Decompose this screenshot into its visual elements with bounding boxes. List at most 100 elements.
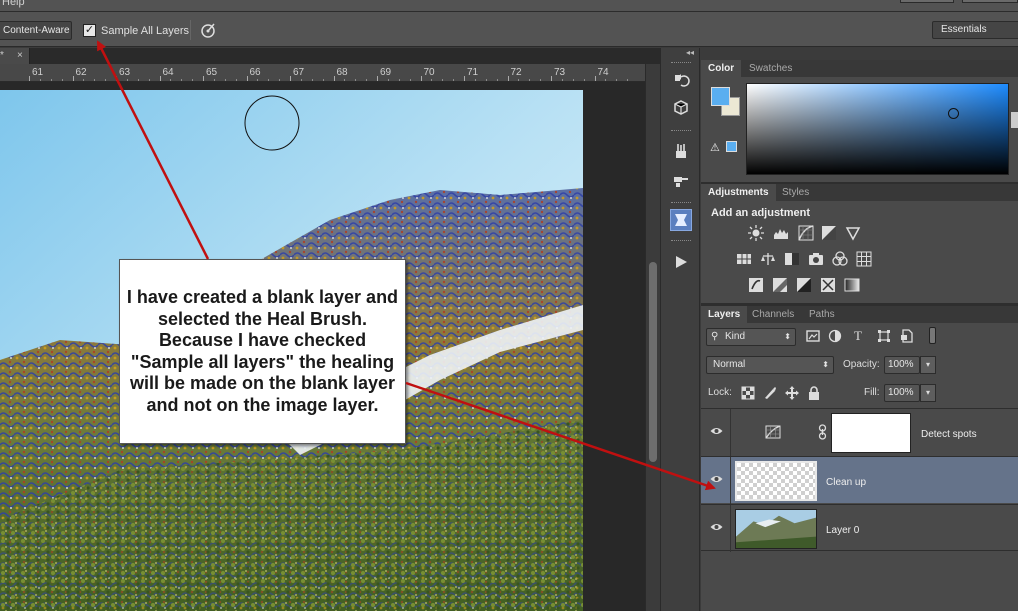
gradient-map-icon[interactable] <box>844 277 860 293</box>
layer-row-selected[interactable]: Clean up <box>701 456 1018 504</box>
levels-icon[interactable] <box>773 225 789 241</box>
ruler-tick-label: 63 <box>119 67 131 78</box>
menu-bar-button-2[interactable] <box>962 0 1018 3</box>
menu-bar-button[interactable] <box>900 0 954 3</box>
dock-grip-2[interactable] <box>671 130 691 132</box>
tab-color[interactable]: Color <box>701 60 742 77</box>
workspace-select[interactable]: Essentials <box>932 21 1018 39</box>
photo-filter-icon[interactable] <box>808 251 824 267</box>
opacity-dropdown-button[interactable]: ▾ <box>920 356 936 374</box>
filter-toggle-switch[interactable] <box>929 327 936 344</box>
curves-icon[interactable] <box>798 225 814 241</box>
selective-color-icon[interactable] <box>820 277 836 293</box>
opacity-label: Opacity: <box>843 359 880 370</box>
type-filter-icon[interactable]: T <box>854 328 862 344</box>
hue-saturation-icon[interactable] <box>736 251 752 267</box>
color-picker-handle[interactable] <box>948 108 959 119</box>
gamut-warning-icon: ⚠ <box>710 142 720 154</box>
brightness-contrast-icon[interactable] <box>748 225 764 241</box>
dock-grip-4[interactable] <box>671 240 691 242</box>
clone-source-icon[interactable] <box>670 169 692 191</box>
layer-thumbnail[interactable] <box>735 461 817 501</box>
lock-transparent-pixels-icon[interactable] <box>741 386 755 400</box>
sample-all-layers-checkbox[interactable]: ✓ <box>83 24 96 37</box>
invert-icon[interactable] <box>748 277 764 293</box>
color-panel: Color Swatches ⚠ <box>701 60 1018 182</box>
collapse-panels-icon[interactable]: ◂◂ <box>686 48 694 57</box>
ruler-tick-label: 67 <box>293 67 305 78</box>
shape-filter-icon[interactable] <box>877 329 891 343</box>
layer-thumbnail[interactable] <box>735 509 817 549</box>
brush-presets-icon[interactable] <box>670 140 692 162</box>
adjustment-layer-icon <box>765 425 781 439</box>
3d-icon[interactable] <box>670 97 692 119</box>
lock-all-icon[interactable] <box>807 386 821 400</box>
ruler-tick-label: 64 <box>162 67 174 78</box>
layer-row[interactable]: Detect spots <box>701 408 1018 456</box>
color-lookup-icon[interactable] <box>856 251 872 267</box>
blend-mode-select[interactable]: Normal ⬍ <box>706 356 834 374</box>
color-balance-icon[interactable] <box>760 251 776 267</box>
adjustment-filter-icon[interactable] <box>828 329 842 343</box>
options-divider <box>190 20 191 40</box>
eye-icon[interactable] <box>710 474 723 484</box>
filter-kind-label: Kind <box>725 331 746 342</box>
layer-name[interactable]: Detect spots <box>921 429 977 440</box>
annotation-text: I have created a blank layer and selecte… <box>126 287 399 415</box>
tab-styles[interactable]: Styles <box>775 184 816 201</box>
pixel-filter-icon[interactable] <box>806 329 820 343</box>
foreground-color-swatch[interactable] <box>711 87 730 106</box>
eye-icon[interactable] <box>710 522 723 532</box>
sample-all-layers-option[interactable]: ✓ Sample All Layers <box>83 22 189 39</box>
exposure-icon[interactable] <box>821 225 837 241</box>
threshold-icon[interactable] <box>796 277 812 293</box>
visibility-cell[interactable] <box>701 505 731 552</box>
layer-name[interactable]: Clean up <box>826 477 866 488</box>
lock-image-pixels-icon[interactable] <box>763 386 777 400</box>
tab-paths[interactable]: Paths <box>802 306 842 323</box>
visibility-cell[interactable] <box>701 457 731 504</box>
ruler-tick-label: 65 <box>206 67 218 78</box>
play-actions-icon[interactable] <box>670 251 692 273</box>
color-panel-tabs: Color Swatches <box>701 60 1018 77</box>
fill-dropdown-button[interactable]: ▾ <box>920 384 936 402</box>
adjustments-title: Add an adjustment <box>711 207 811 219</box>
heal-mode-select[interactable]: Content-Aware <box>0 21 72 40</box>
close-icon[interactable]: × <box>17 48 23 64</box>
tab-swatches[interactable]: Swatches <box>742 60 799 77</box>
history-icon[interactable] <box>670 71 692 93</box>
tab-adjustments[interactable]: Adjustments <box>701 184 776 201</box>
dock-grip[interactable] <box>671 62 691 64</box>
visibility-cell[interactable] <box>701 409 731 456</box>
mask-link-icon[interactable] <box>818 424 827 440</box>
ruler-tick-label: 69 <box>380 67 392 78</box>
tab-layers[interactable]: Layers <box>701 306 748 323</box>
horizontal-ruler[interactable]: 61 62 63 64 65 66 67 68 69 70 71 72 73 74 <box>0 64 645 82</box>
menu-help[interactable]: Help <box>2 0 25 8</box>
lock-position-icon[interactable] <box>785 386 799 400</box>
vibrance-icon[interactable] <box>845 225 861 241</box>
tab-channels[interactable]: Channels <box>745 306 801 323</box>
channel-mixer-icon[interactable] <box>832 251 848 267</box>
web-color-swatch[interactable] <box>726 141 737 152</box>
layer-mask-thumbnail[interactable] <box>831 413 911 453</box>
ruler-tick-label: 66 <box>249 67 261 78</box>
layers-panel-tabs: Layers Channels Paths <box>701 306 1018 323</box>
dock-grip-3[interactable] <box>671 202 691 204</box>
color-spectrum-field[interactable] <box>746 83 1009 175</box>
properties-icon[interactable] <box>670 209 692 231</box>
smart-object-filter-icon[interactable] <box>900 329 914 343</box>
layer-filter-select[interactable]: ⚲ Kind ⬍ <box>706 328 796 346</box>
document-tab[interactable]: * × <box>0 48 30 64</box>
pressure-size-icon[interactable] <box>199 21 217 39</box>
canvas-vertical-scrollbar[interactable] <box>645 64 660 611</box>
posterize-icon[interactable] <box>772 277 788 293</box>
panel-scroll-thumb[interactable] <box>1011 112 1018 128</box>
scrollbar-thumb[interactable] <box>649 262 657 462</box>
layer-row[interactable]: Layer 0 <box>701 504 1018 552</box>
black-white-icon[interactable] <box>784 251 800 267</box>
fill-input[interactable]: 100% <box>884 384 920 402</box>
opacity-input[interactable]: 100% <box>884 356 920 374</box>
eye-icon[interactable] <box>710 426 723 436</box>
layer-name[interactable]: Layer 0 <box>826 525 859 536</box>
